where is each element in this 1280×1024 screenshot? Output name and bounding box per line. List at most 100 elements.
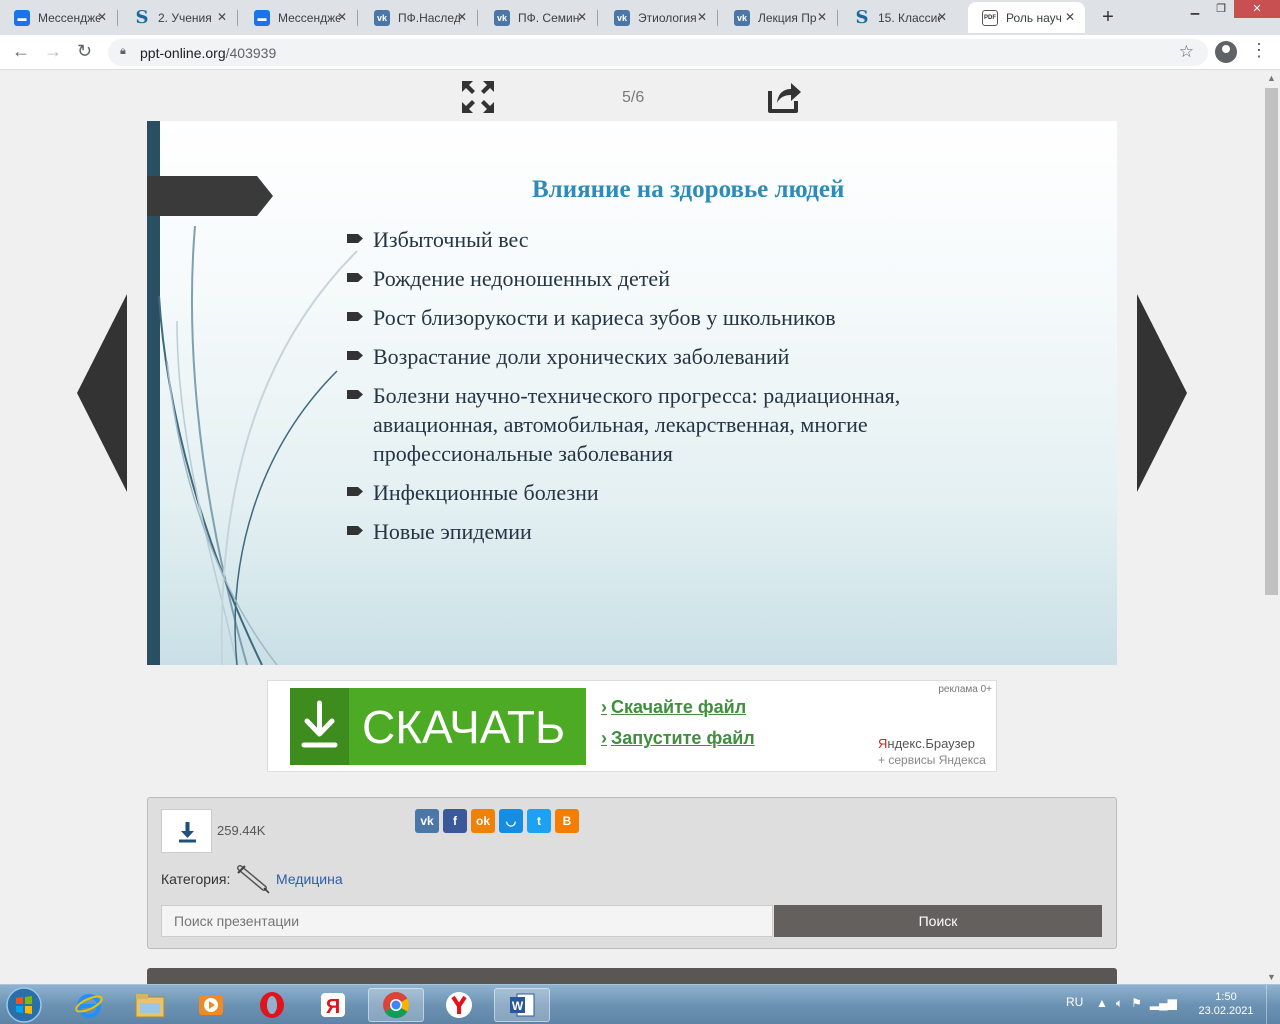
bullet-arrow-icon bbox=[347, 487, 363, 496]
windows-start-icon[interactable] bbox=[3, 986, 45, 1024]
share-icon[interactable] bbox=[766, 79, 802, 115]
ad-button-label: СКАЧАТЬ bbox=[362, 701, 566, 753]
url-text: ppt-online.org/403939 bbox=[140, 45, 277, 61]
scroll-down-arrow-icon[interactable]: ▼ bbox=[1267, 972, 1276, 982]
chevron-right-icon: › bbox=[601, 697, 607, 717]
taskbar-ie-icon[interactable] bbox=[61, 988, 117, 1022]
odnoklassniki-share-icon[interactable]: ok bbox=[471, 809, 495, 833]
action-center-flag-icon[interactable]: ⚑ bbox=[1131, 996, 1142, 1011]
blogger-share-icon[interactable]: B bbox=[555, 809, 579, 833]
vk-icon: vk bbox=[734, 9, 750, 26]
ad-brand: Яндекс.Браузер bbox=[878, 736, 975, 751]
bullet-arrow-icon bbox=[347, 390, 363, 399]
maximize-button[interactable]: ❐ bbox=[1208, 0, 1234, 18]
search-button[interactable]: Поиск bbox=[774, 905, 1102, 937]
taskbar-media-player-icon[interactable] bbox=[183, 988, 239, 1022]
scrollbar-thumb[interactable] bbox=[1265, 88, 1278, 595]
browser-menu-icon[interactable]: ⋮ bbox=[1250, 40, 1268, 61]
tab-close-icon[interactable]: ✕ bbox=[577, 10, 587, 24]
taskbar-word-icon[interactable]: W bbox=[494, 988, 550, 1022]
reload-button[interactable]: ↻ bbox=[77, 41, 92, 62]
system-clock[interactable]: 1:50 23.02.2021 bbox=[1196, 990, 1256, 1018]
tab-klassif[interactable]: S 15. Классиф ✕ bbox=[840, 2, 957, 33]
clock-time: 1:50 bbox=[1215, 991, 1237, 1003]
scroll-up-arrow-icon[interactable]: ▲ bbox=[1267, 73, 1276, 83]
slide-title-tab-shape bbox=[147, 176, 273, 216]
taskbar-yandex-browser-icon[interactable] bbox=[431, 988, 487, 1022]
tab-title: Мессенджер bbox=[38, 10, 100, 25]
advertisement-banner[interactable]: СКАЧАТЬ › Скачайте файл › Запустите файл р… bbox=[267, 680, 997, 772]
browser-toolbar: ← → ↻ 🔒︎ ppt-online.org/403939 ☆ ⋮ bbox=[0, 35, 1280, 70]
file-size: 259.44K bbox=[217, 823, 266, 838]
tab-close-icon[interactable]: ✕ bbox=[697, 10, 707, 24]
vk-icon: vk bbox=[614, 9, 630, 26]
ad-link-launch[interactable]: › Запустите файл bbox=[601, 728, 755, 749]
category-link[interactable]: Медицина bbox=[276, 871, 343, 887]
tab-messenger-2[interactable]: ▬ Мессенджер ✕ bbox=[240, 2, 358, 33]
vk-share-icon[interactable]: vk bbox=[415, 809, 439, 833]
tab-rol-nauchno[interactable]: PDF Роль науч ✕ bbox=[968, 2, 1085, 33]
tab-close-icon[interactable]: ✕ bbox=[97, 10, 107, 24]
slide-bullet: Новые эпидемии bbox=[347, 517, 987, 546]
clock-date: 23.02.2021 bbox=[1198, 1005, 1254, 1017]
vk-icon: vk bbox=[494, 9, 510, 26]
bullet-arrow-icon bbox=[347, 526, 363, 535]
keyboard-language[interactable]: RU bbox=[1066, 995, 1083, 1009]
twitter-share-icon[interactable]: t bbox=[527, 809, 551, 833]
tab-lekcia[interactable]: vk Лекция Пр ✕ bbox=[720, 2, 838, 33]
taskbar-opera-icon[interactable] bbox=[244, 988, 300, 1022]
tab-close-icon[interactable]: ✕ bbox=[817, 10, 827, 24]
tab-pf-seminar[interactable]: vk ПФ. Семинар ✕ bbox=[480, 2, 598, 33]
profile-avatar-icon[interactable] bbox=[1215, 41, 1237, 63]
download-icon bbox=[179, 822, 196, 843]
next-slide-arrow-icon[interactable] bbox=[1137, 294, 1187, 492]
facebook-share-icon[interactable]: f bbox=[443, 809, 467, 833]
taskbar-chrome-icon[interactable] bbox=[368, 988, 424, 1022]
share-buttons: vk f ok ◡ t B bbox=[415, 809, 579, 833]
messenger-icon: ▬ bbox=[14, 9, 30, 26]
tab-close-icon[interactable]: ✕ bbox=[337, 10, 347, 24]
tab-title: 2. Учения bbox=[158, 10, 212, 25]
slide-bullet: Рождение недоношенных детей bbox=[347, 264, 987, 293]
tab-uchenia[interactable]: S 2. Учения ✕ bbox=[120, 2, 238, 33]
forward-button[interactable]: → bbox=[44, 41, 62, 62]
tab-title: Мессенджер bbox=[278, 10, 340, 25]
tab-close-icon[interactable]: ✕ bbox=[1065, 10, 1075, 24]
show-desktop-button[interactable] bbox=[1266, 985, 1280, 1024]
tab-pf-nasled[interactable]: vk ПФ.Наследование ✕ bbox=[360, 2, 478, 33]
moimir-share-icon[interactable]: ◡ bbox=[499, 809, 523, 833]
download-file-button[interactable] bbox=[161, 809, 212, 853]
fullscreen-icon[interactable] bbox=[460, 79, 496, 115]
tab-etiologia[interactable]: vk Этиология ✕ bbox=[600, 2, 718, 33]
download-arrow-icon bbox=[290, 688, 349, 765]
s-icon: S bbox=[855, 7, 869, 28]
tab-close-icon[interactable]: ✕ bbox=[937, 10, 947, 24]
network-signal-icon[interactable]: ▂▄▆ bbox=[1150, 996, 1177, 1011]
volume-icon[interactable]: 🔈︎ bbox=[1116, 996, 1123, 1011]
taskbar-explorer-icon[interactable] bbox=[122, 988, 178, 1022]
tab-strip: ▬ Мессенджер ✕ S 2. Учения ✕ ▬ Мессендже… bbox=[0, 0, 1280, 35]
taskbar-yandex-icon[interactable]: Я bbox=[305, 988, 361, 1022]
close-window-button[interactable]: ✕ bbox=[1234, 0, 1280, 18]
page-scrollbar[interactable]: ▲ ▼ bbox=[1263, 71, 1280, 984]
tab-close-icon[interactable]: ✕ bbox=[217, 10, 227, 24]
address-bar[interactable]: 🔒︎ ppt-online.org/403939 ☆ bbox=[108, 39, 1208, 66]
back-button[interactable]: ← bbox=[12, 41, 30, 62]
syringe-icon bbox=[237, 865, 270, 894]
tab-title: Роль науч bbox=[1006, 10, 1062, 25]
show-hidden-icons-icon[interactable]: ▲ bbox=[1096, 996, 1108, 1011]
previous-slide-arrow-icon[interactable] bbox=[77, 294, 127, 492]
minimize-button[interactable]: ▁ bbox=[1182, 0, 1208, 18]
ad-link-download[interactable]: › Скачайте файл bbox=[601, 697, 746, 718]
tab-messenger-1[interactable]: ▬ Мессенджер ✕ bbox=[0, 2, 118, 33]
ad-download-button[interactable]: СКАЧАТЬ bbox=[290, 688, 586, 765]
search-presentation-input[interactable] bbox=[161, 905, 773, 937]
bookmark-star-icon[interactable]: ☆ bbox=[1179, 42, 1194, 62]
tab-close-icon[interactable]: ✕ bbox=[457, 10, 467, 24]
window-controls: ▁ ❐ ✕ bbox=[1182, 0, 1280, 20]
new-tab-button[interactable]: + bbox=[1096, 6, 1120, 30]
tab-title: 15. Классиф bbox=[878, 10, 940, 25]
windows-taskbar: Я W RU ▲ 🔈︎ ⚑ ▂▄▆ 1:50 23.02.2021 bbox=[0, 984, 1280, 1024]
ad-label: реклама 0+ bbox=[938, 684, 992, 695]
messenger-icon: ▬ bbox=[254, 9, 270, 26]
